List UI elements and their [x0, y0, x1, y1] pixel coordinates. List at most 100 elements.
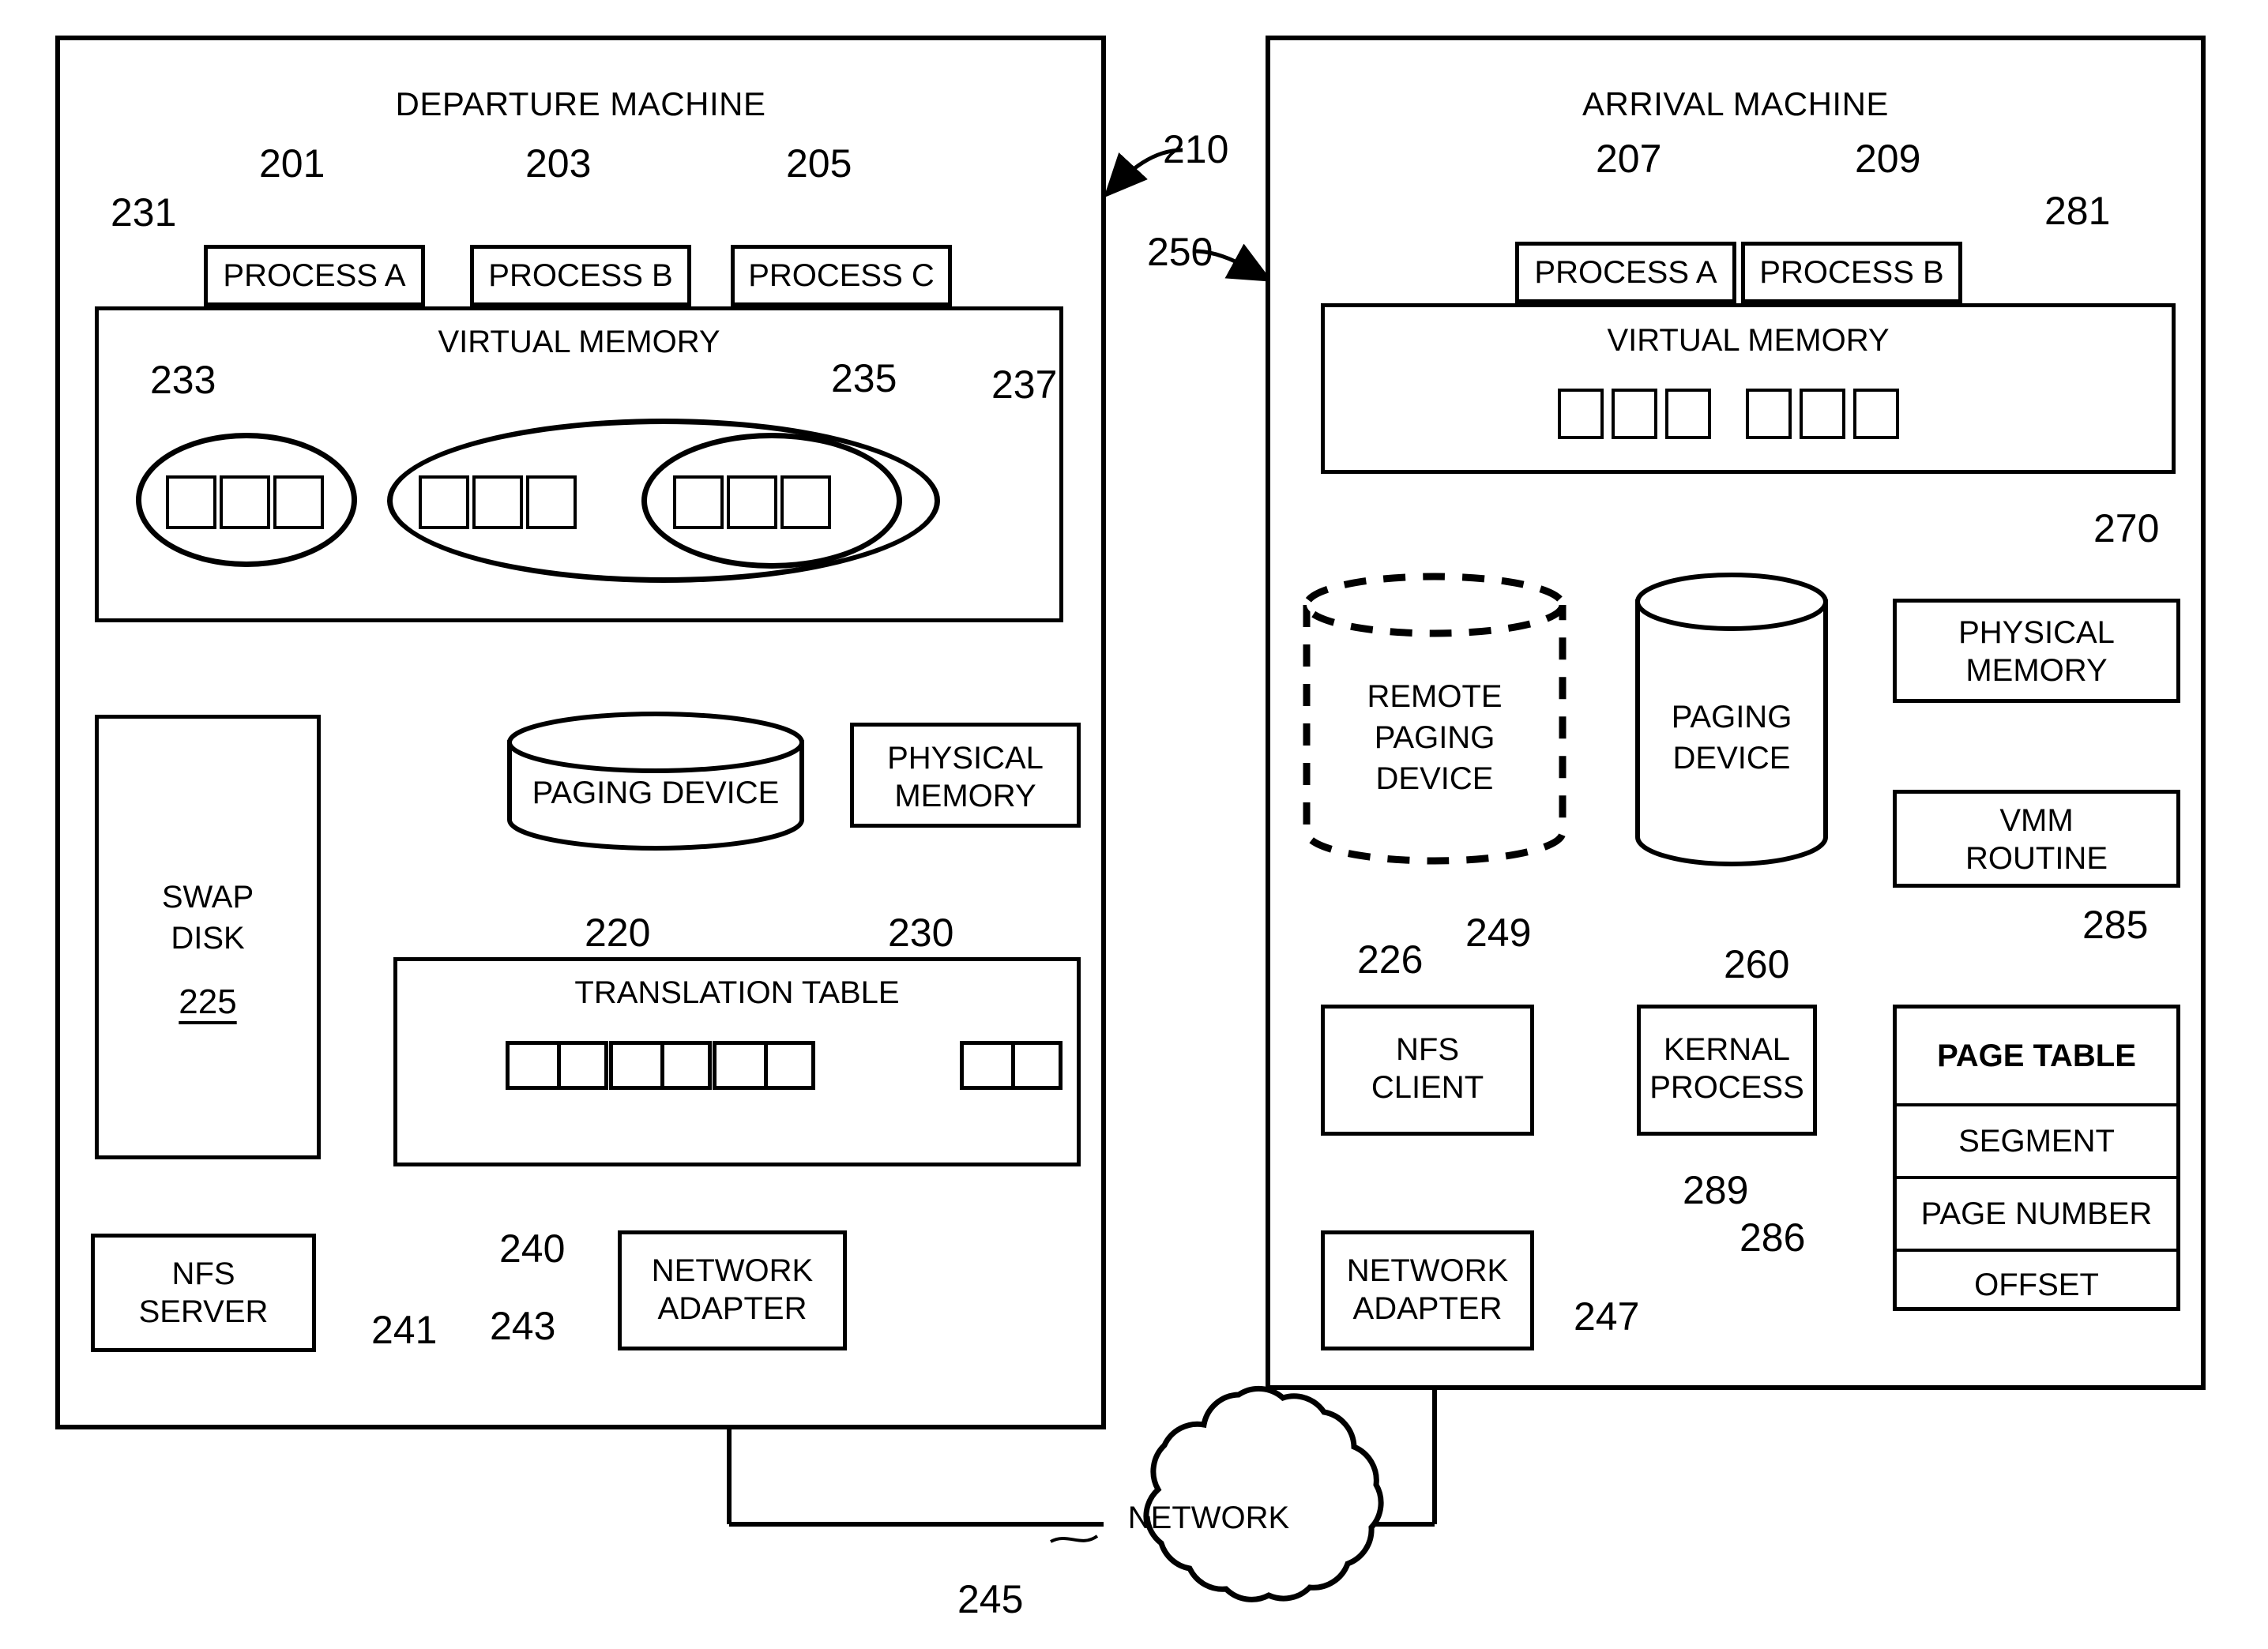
- arrival-machine-title: ARRIVAL MACHINE: [1582, 85, 1889, 122]
- page-cell: [1612, 389, 1657, 439]
- ref-225: 225: [179, 982, 237, 1021]
- patent-figure: DEPARTURE MACHINE 210 201 203 205 231 PR…: [0, 0, 2268, 1649]
- swap-disk-label-1: SWAP: [161, 880, 254, 915]
- process-label: PROCESS B: [488, 257, 673, 293]
- nfs-server-label-2: SERVER: [138, 1294, 269, 1329]
- ref-205: 205: [786, 141, 852, 186]
- remote-paging-device[interactable]: REMOTE PAGING DEVICE: [1300, 573, 1569, 872]
- process-label: PROCESS C: [748, 257, 935, 293]
- ref-240: 240: [499, 1226, 566, 1271]
- remote-paging-device-label-3: DEVICE: [1375, 761, 1494, 796]
- page-cell: [273, 475, 324, 529]
- process-box-a-departure[interactable]: PROCESS A: [204, 245, 425, 306]
- page-cell: [220, 475, 270, 529]
- process-label: PROCESS A: [223, 257, 406, 293]
- swap-disk-label-2: DISK: [171, 921, 245, 956]
- virtual-memory-label: VIRTUAL MEMORY: [438, 325, 720, 359]
- vmm-routine-label-1: VMM: [1999, 803, 2074, 838]
- page-cell: [472, 475, 523, 529]
- translation-table-cell: [713, 1041, 815, 1090]
- physical-memory-label-1: PHYSICAL: [1958, 615, 2115, 650]
- network-adapter-label-1: NETWORK: [1346, 1253, 1509, 1288]
- page-cell: [526, 475, 577, 529]
- physical-memory-arrival[interactable]: PHYSICAL MEMORY: [1893, 599, 2180, 703]
- process-box-a-arrival[interactable]: PROCESS A: [1515, 242, 1736, 303]
- kernal-process[interactable]: KERNAL PROCESS: [1637, 1005, 1817, 1136]
- physical-memory-label-2: MEMORY: [1965, 653, 2108, 688]
- page-table-header: PAGE TABLE: [1897, 1009, 2176, 1106]
- nfs-server[interactable]: NFS SERVER: [91, 1234, 316, 1352]
- ref-231: 231: [111, 190, 177, 235]
- ref-247: 247: [1574, 1294, 1640, 1339]
- ref-286: 286: [1740, 1215, 1806, 1260]
- process-label: PROCESS A: [1534, 254, 1717, 290]
- network-adapter-label-2: ADAPTER: [657, 1291, 807, 1326]
- swap-disk[interactable]: SWAP DISK 225: [95, 715, 321, 1159]
- network-adapter-departure[interactable]: NETWORK ADAPTER: [618, 1230, 847, 1350]
- page-cell: [1853, 389, 1899, 439]
- paging-device-label-2: DEVICE: [1672, 741, 1791, 776]
- ref-270: 270: [2093, 506, 2160, 550]
- network-cloud-label: NETWORK: [1127, 1501, 1290, 1535]
- kernal-process-label-1: KERNAL: [1663, 1032, 1791, 1067]
- page-cell: [673, 475, 724, 529]
- page-table-row-offset: OFFSET: [1974, 1267, 2099, 1302]
- vmm-routine[interactable]: VMM ROUTINE: [1893, 790, 2180, 888]
- network-adapter-arrival[interactable]: NETWORK ADAPTER: [1321, 1230, 1534, 1350]
- ref-245: 245: [957, 1577, 1024, 1621]
- page-cell: [1800, 389, 1845, 439]
- ref-201: 201: [259, 141, 325, 186]
- page-table[interactable]: PAGE TABLE SEGMENT PAGE NUMBER OFFSET: [1893, 1005, 2180, 1311]
- ref-243: 243: [490, 1304, 556, 1348]
- page-table-row-segment: SEGMENT: [1897, 1106, 2176, 1179]
- ref-230: 230: [888, 911, 954, 955]
- ref-260: 260: [1724, 942, 1790, 986]
- vmm-routine-label-2: ROUTINE: [1965, 841, 2108, 876]
- ref-249: 249: [1465, 911, 1532, 955]
- physical-memory-departure[interactable]: PHYSICAL MEMORY: [850, 723, 1081, 828]
- nfs-client-label-1: NFS: [1396, 1032, 1459, 1067]
- page-cell: [780, 475, 831, 529]
- ref-237: 237: [991, 362, 1058, 407]
- network-adapter-label-2: ADAPTER: [1352, 1291, 1503, 1326]
- translation-table-cell: [506, 1041, 608, 1090]
- page-cell: [1665, 389, 1711, 439]
- ref-235: 235: [831, 356, 897, 400]
- page-cell: [1746, 389, 1792, 439]
- process-label: PROCESS B: [1759, 254, 1944, 290]
- page-cell: [1558, 389, 1604, 439]
- virtual-memory-label: VIRTUAL MEMORY: [1607, 323, 1890, 358]
- departure-machine-title: DEPARTURE MACHINE: [395, 85, 766, 122]
- ref-250: 250: [1147, 230, 1213, 274]
- page-cell: [166, 475, 216, 529]
- network-cloud: [1143, 1385, 1384, 1602]
- nfs-server-label-1: NFS: [171, 1256, 235, 1291]
- paging-device-departure[interactable]: PAGING DEVICE: [506, 711, 806, 851]
- ref-210: 210: [1163, 127, 1229, 171]
- ref-281: 281: [2044, 189, 2111, 233]
- ref-220: 220: [585, 911, 651, 955]
- network-adapter-label-1: NETWORK: [651, 1253, 814, 1288]
- page-cell: [419, 475, 469, 529]
- ref-207: 207: [1596, 137, 1662, 181]
- ref-203: 203: [525, 141, 592, 186]
- process-box-b-arrival[interactable]: PROCESS B: [1741, 242, 1962, 303]
- kernal-process-label-2: PROCESS: [1649, 1070, 1804, 1105]
- paging-device-arrival[interactable]: PAGING DEVICE: [1634, 573, 1830, 872]
- physical-memory-label-2: MEMORY: [894, 779, 1036, 813]
- physical-memory-label-1: PHYSICAL: [887, 741, 1044, 776]
- nfs-client-label-2: CLIENT: [1371, 1070, 1484, 1105]
- page-cell: [727, 475, 777, 529]
- ref-226: 226: [1357, 937, 1424, 982]
- remote-paging-device-label-1: REMOTE: [1367, 679, 1503, 714]
- nfs-client[interactable]: NFS CLIENT: [1321, 1005, 1534, 1136]
- process-box-c-departure[interactable]: PROCESS C: [731, 245, 952, 306]
- ref-241: 241: [371, 1308, 438, 1352]
- ref-289: 289: [1683, 1168, 1749, 1212]
- ref-233: 233: [150, 358, 216, 402]
- paging-device-label-1: PAGING: [1671, 700, 1792, 734]
- translation-table-label: TRANSLATION TABLE: [574, 975, 900, 1010]
- remote-paging-device-label-2: PAGING: [1374, 720, 1495, 755]
- process-box-b-departure[interactable]: PROCESS B: [470, 245, 691, 306]
- page-table-row-page-number: PAGE NUMBER: [1897, 1179, 2176, 1252]
